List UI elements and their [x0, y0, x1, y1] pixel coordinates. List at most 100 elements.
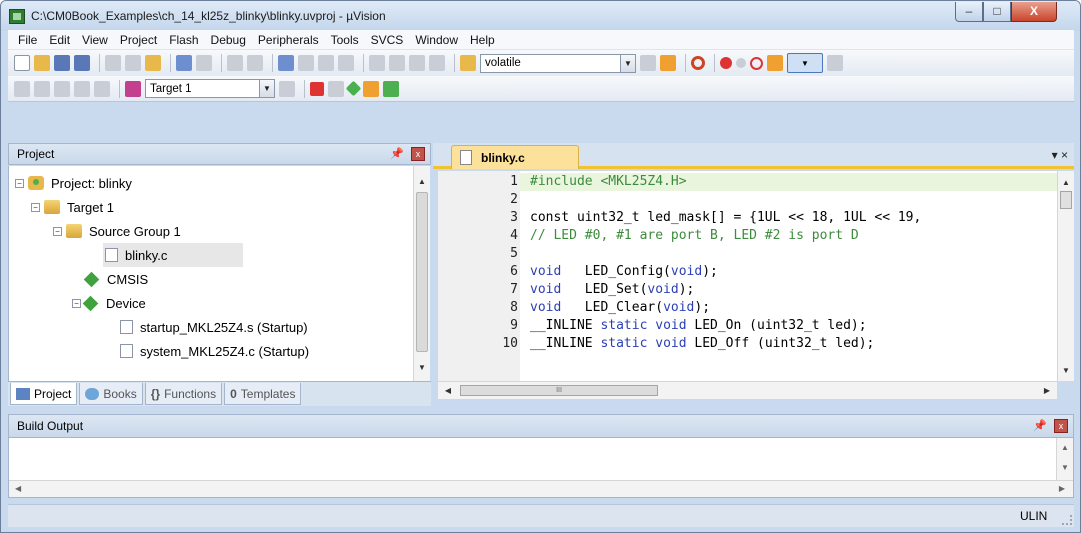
pin-icon[interactable]: 📌 — [390, 147, 404, 160]
pin-icon[interactable]: 📌 — [1033, 419, 1047, 432]
comment-icon[interactable] — [409, 55, 425, 71]
undo-icon[interactable] — [176, 55, 192, 71]
tab-functions[interactable]: {} Functions — [144, 383, 223, 405]
disable-breakpoints-icon[interactable] — [750, 56, 763, 70]
translate-icon[interactable] — [14, 80, 30, 97]
editor-horizontal-scrollbar[interactable]: ◀ III ▶ — [438, 381, 1057, 399]
scroll-thumb[interactable] — [416, 192, 428, 352]
collapse-icon[interactable]: − — [31, 202, 40, 212]
tab-books[interactable]: Books — [79, 383, 143, 405]
scroll-thumb[interactable] — [1060, 191, 1072, 209]
find-icon[interactable] — [640, 55, 656, 71]
tab-templates[interactable]: 0 Templates — [224, 383, 302, 405]
menu-edit[interactable]: Edit — [43, 33, 76, 47]
menu-debug[interactable]: Debug — [205, 33, 252, 47]
tree-item-blinky-c[interactable]: blinky.c — [103, 243, 243, 267]
menu-svcs[interactable]: SVCS — [365, 33, 410, 47]
clear-bookmarks-icon[interactable] — [338, 55, 354, 71]
scroll-down-icon[interactable]: ▼ — [1058, 363, 1074, 379]
open-file-icon[interactable] — [34, 55, 50, 71]
collapse-icon[interactable]: − — [72, 298, 81, 308]
close-panel-icon[interactable]: x — [1054, 419, 1068, 433]
insert-breakpoint-icon[interactable] — [720, 57, 732, 69]
scroll-up-icon[interactable]: ▲ — [414, 174, 430, 190]
unindent-icon[interactable] — [389, 55, 405, 71]
find-combo[interactable]: volatile ▼ — [480, 53, 636, 73]
menu-tools[interactable]: Tools — [325, 33, 365, 47]
menu-project[interactable]: Project — [114, 33, 163, 47]
build-output-horizontal-scrollbar[interactable]: ◀ ▶ — [9, 480, 1073, 497]
code-line-8: void LED_Clear(void); — [530, 299, 710, 317]
close-panel-icon[interactable]: x — [411, 147, 425, 161]
tree-item-target[interactable]: − Target 1 — [31, 195, 114, 219]
configure-icon[interactable] — [827, 55, 843, 71]
next-bookmark-icon[interactable] — [318, 55, 334, 71]
build-icon[interactable] — [34, 80, 50, 97]
copy-icon[interactable] — [125, 55, 141, 71]
uncomment-icon[interactable] — [429, 55, 445, 71]
tree-item-device[interactable]: − Device — [72, 291, 146, 315]
menu-file[interactable]: File — [12, 33, 43, 47]
save-all-icon[interactable] — [74, 55, 90, 71]
maximize-button[interactable]: □ — [983, 2, 1011, 22]
scroll-down-icon[interactable]: ▼ — [414, 360, 430, 376]
select-packs-icon[interactable] — [328, 80, 344, 97]
scroll-left-icon[interactable]: ◀ — [440, 382, 456, 399]
kill-breakpoints-icon[interactable] — [767, 55, 783, 71]
scroll-thumb[interactable]: III — [460, 385, 658, 396]
navigate-forward-icon[interactable] — [247, 55, 263, 71]
build-output-vertical-scrollbar[interactable]: ▲ ▼ — [1056, 438, 1073, 480]
insert-bookmark-icon[interactable] — [278, 55, 294, 71]
close-button[interactable]: X — [1011, 2, 1057, 22]
tab-blinky-c[interactable]: blinky.c — [451, 145, 579, 169]
debug-session-icon[interactable] — [691, 56, 705, 70]
navigate-back-icon[interactable] — [227, 55, 243, 71]
chevron-down-icon[interactable]: ▼ — [259, 80, 274, 97]
redo-icon[interactable] — [196, 55, 212, 71]
batch-build-icon[interactable] — [74, 80, 90, 97]
window-layout-icon[interactable]: ▼ — [787, 53, 823, 73]
cut-icon[interactable] — [105, 55, 121, 71]
minimize-button[interactable]: – — [955, 2, 983, 22]
scroll-right-icon[interactable]: ▶ — [1039, 382, 1055, 399]
chevron-down-icon[interactable]: ▼ — [620, 54, 635, 72]
update-packs-icon[interactable] — [383, 80, 399, 97]
tree-item-cmsis[interactable]: CMSIS — [83, 267, 148, 291]
manage-components-icon[interactable] — [310, 81, 324, 96]
previous-bookmark-icon[interactable] — [298, 55, 314, 71]
download-icon[interactable] — [125, 80, 141, 97]
project-tree-scrollbar[interactable]: ▲ ▼ — [413, 166, 430, 381]
menu-flash[interactable]: Flash — [163, 33, 204, 47]
collapse-icon[interactable]: − — [15, 178, 24, 188]
tree-item-source-group[interactable]: − Source Group 1 — [53, 219, 181, 243]
rebuild-icon[interactable] — [54, 80, 70, 97]
scroll-right-icon[interactable]: ▶ — [1059, 481, 1065, 497]
target-options-icon[interactable] — [279, 80, 295, 97]
build-output-text[interactable]: ▲ ▼ ◀ ▶ — [8, 438, 1074, 498]
run-time-environment-icon[interactable] — [345, 80, 362, 97]
menu-window[interactable]: Window — [409, 33, 464, 47]
indent-icon[interactable] — [369, 55, 385, 71]
pack-installer-icon[interactable] — [363, 80, 379, 97]
tree-item-project[interactable]: − Project: blinky — [15, 171, 132, 195]
scroll-up-icon[interactable]: ▲ — [1058, 175, 1074, 191]
tree-item-system-file[interactable]: system_MKL25Z4.c (Startup) — [120, 339, 309, 363]
target-combo[interactable]: Target 1 ▼ — [145, 79, 275, 98]
incremental-find-icon[interactable] — [660, 55, 676, 71]
editor-vertical-scrollbar[interactable]: ▲ ▼ — [1057, 171, 1074, 381]
menu-help[interactable]: Help — [464, 33, 501, 47]
tree-item-startup-file[interactable]: startup_MKL25Z4.s (Startup) — [120, 315, 308, 339]
tab-project[interactable]: Project — [10, 383, 78, 405]
editor-tab-controls[interactable]: ▾ × — [1052, 148, 1068, 162]
code-editor[interactable]: #include <MKL25Z4.H> const uint32_t led_… — [520, 171, 1057, 381]
resize-grip-icon[interactable] — [1062, 515, 1072, 525]
paste-icon[interactable] — [145, 55, 161, 71]
find-in-files-icon[interactable] — [460, 55, 476, 71]
menu-peripherals[interactable]: Peripherals — [252, 33, 325, 47]
enable-breakpoint-icon[interactable] — [736, 58, 746, 68]
new-file-icon[interactable] — [14, 55, 30, 71]
menu-view[interactable]: View — [76, 33, 114, 47]
save-icon[interactable] — [54, 55, 70, 71]
stop-build-icon[interactable] — [94, 80, 110, 97]
collapse-icon[interactable]: − — [53, 226, 62, 236]
